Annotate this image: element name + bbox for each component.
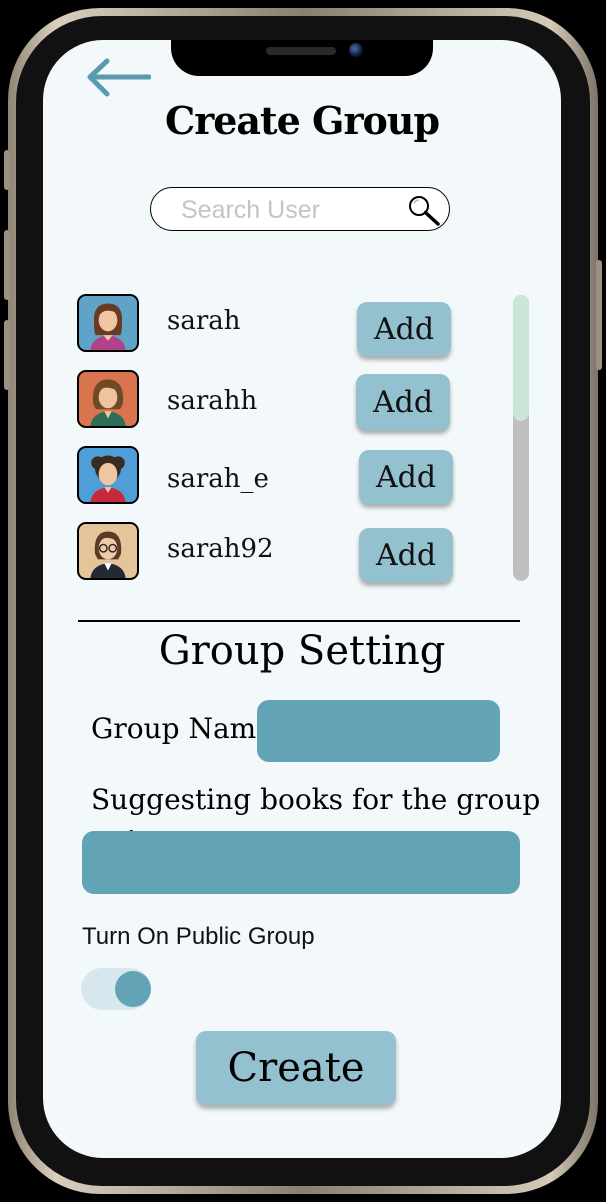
- avatar: [77, 370, 139, 428]
- public-group-label: Turn On Public Group: [82, 923, 315, 950]
- woman-avatar-icon: [90, 379, 126, 426]
- toggle-knob: [115, 971, 151, 1007]
- woman-avatar-icon: [90, 455, 126, 502]
- avatar: [77, 294, 139, 352]
- volume-up-button: [4, 230, 10, 300]
- notch: [171, 40, 433, 76]
- group-name-field[interactable]: [257, 700, 500, 762]
- user-name: sarah92: [167, 534, 274, 564]
- add-user-button[interactable]: Add: [359, 450, 453, 504]
- public-group-toggle[interactable]: [81, 968, 151, 1010]
- list-item: sarah_e Add: [43, 446, 523, 510]
- add-user-button[interactable]: Add: [356, 374, 450, 430]
- app-screen: Create Group sarah Add: [43, 40, 561, 1158]
- avatar: [77, 446, 139, 504]
- user-list[interactable]: sarah Add sarahh Add sarah_e Add sarah92…: [43, 290, 561, 590]
- add-user-button[interactable]: Add: [357, 302, 451, 356]
- search-input[interactable]: [179, 195, 403, 225]
- group-name-label: Group Name:: [91, 712, 283, 745]
- woman-avatar-icon: [90, 531, 126, 578]
- user-name: sarah_e: [167, 464, 269, 494]
- page-title: Create Group: [164, 98, 440, 143]
- user-name: sarahh: [167, 386, 258, 416]
- avatar: [77, 522, 139, 580]
- mute-switch: [4, 150, 10, 190]
- list-item: sarah Add: [43, 294, 523, 358]
- scrollbar-thumb[interactable]: [513, 295, 529, 421]
- search-icon[interactable]: [406, 194, 442, 228]
- speaker: [266, 47, 336, 55]
- divider: [78, 620, 520, 622]
- list-item: sarahh Add: [43, 370, 523, 434]
- list-item: sarah92 Add: [43, 522, 523, 586]
- suggest-books-field[interactable]: [82, 831, 520, 894]
- section-title: Group Setting: [158, 628, 446, 674]
- add-user-button[interactable]: Add: [359, 528, 453, 582]
- back-arrow-icon[interactable]: [85, 58, 151, 98]
- scrollbar[interactable]: [513, 295, 529, 581]
- power-button: [596, 260, 602, 370]
- search-bar[interactable]: [150, 187, 450, 231]
- front-camera: [349, 43, 363, 57]
- volume-down-button: [4, 320, 10, 390]
- user-name: sarah: [167, 306, 241, 336]
- create-button[interactable]: Create: [196, 1031, 396, 1105]
- woman-avatar-icon: [90, 303, 126, 350]
